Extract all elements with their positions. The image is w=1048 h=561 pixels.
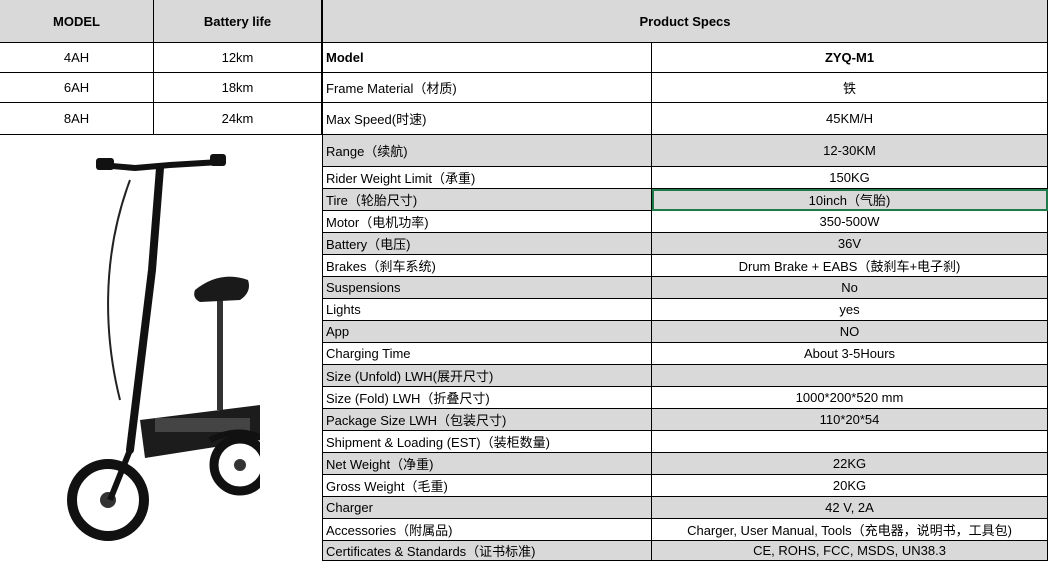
header-battery-life[interactable]: Battery life: [154, 0, 322, 43]
spec-label-cell[interactable]: Motor（电机功率): [322, 211, 652, 233]
spec-value-cell[interactable]: ZYQ-M1: [652, 43, 1048, 73]
spec-label-cell[interactable]: Charging Time: [322, 343, 652, 365]
spec-value-cell[interactable]: 150KG: [652, 167, 1048, 189]
scooter-image: [67, 154, 260, 541]
battery-life-cell[interactable]: 18km: [154, 73, 322, 103]
spec-label-cell[interactable]: Max Speed(时速): [322, 103, 652, 135]
spec-value-cell[interactable]: [652, 431, 1048, 453]
battery-life-cell[interactable]: 24km: [154, 103, 322, 135]
spec-label-cell[interactable]: Gross Weight（毛重): [322, 475, 652, 497]
spec-label-cell[interactable]: Accessories（附属品): [322, 519, 652, 541]
header-model[interactable]: MODEL: [0, 0, 154, 43]
spec-label-cell[interactable]: Brakes（刹车系统): [322, 255, 652, 277]
spec-value-cell[interactable]: About 3-5Hours: [652, 343, 1048, 365]
battery-model-cell[interactable]: 8AH: [0, 103, 154, 135]
spec-value-cell[interactable]: [652, 365, 1048, 387]
spec-label-cell[interactable]: Tire（轮胎尺寸): [322, 189, 652, 211]
spec-value-cell[interactable]: 1000*200*520 mm: [652, 387, 1048, 409]
battery-model-cell[interactable]: 4AH: [0, 43, 154, 73]
battery-model-cell[interactable]: 6AH: [0, 73, 154, 103]
header-product-specs[interactable]: Product Specs: [322, 0, 1048, 43]
spec-value-cell[interactable]: No: [652, 277, 1048, 299]
spec-value-cell[interactable]: 42 V, 2A: [652, 497, 1048, 519]
spec-label-cell[interactable]: App: [322, 321, 652, 343]
spec-value-cell[interactable]: 20KG: [652, 475, 1048, 497]
battery-life-cell[interactable]: 12km: [154, 43, 322, 73]
spec-value-cell[interactable]: Charger, User Manual, Tools（充电器，说明书，工具包): [652, 519, 1048, 541]
spec-label-cell[interactable]: Model: [322, 43, 652, 73]
spec-value-cell[interactable]: Drum Brake + EABS（鼓刹车+电子刹): [652, 255, 1048, 277]
spec-value-cell[interactable]: 12-30KM: [652, 135, 1048, 167]
spec-value-cell[interactable]: 350-500W: [652, 211, 1048, 233]
spec-label-cell[interactable]: Lights: [322, 299, 652, 321]
spec-value-cell[interactable]: 110*20*54: [652, 409, 1048, 431]
spec-label-cell[interactable]: Package Size LWH（包装尺寸): [322, 409, 652, 431]
spec-label-cell[interactable]: Size (Unfold) LWH(展开尺寸): [322, 365, 652, 387]
spec-label-cell[interactable]: Size (Fold) LWH（折叠尺寸): [322, 387, 652, 409]
spec-value-cell[interactable]: NO: [652, 321, 1048, 343]
spec-value-cell[interactable]: CE, ROHS, FCC, MSDS, UN38.3: [652, 541, 1048, 561]
spec-value-cell[interactable]: 铁: [652, 73, 1048, 103]
spec-label-cell[interactable]: Range（续航): [322, 135, 652, 167]
spec-label-cell[interactable]: Battery（电压): [322, 233, 652, 255]
spec-label-cell[interactable]: Rider Weight Limit（承重): [322, 167, 652, 189]
spec-value-cell[interactable]: 22KG: [652, 453, 1048, 475]
spec-value-cell-selected[interactable]: 10inch（气胎): [652, 189, 1048, 211]
spec-label-cell[interactable]: Charger: [322, 497, 652, 519]
spec-label-cell[interactable]: Suspensions: [322, 277, 652, 299]
spec-value-cell[interactable]: yes: [652, 299, 1048, 321]
spec-label-cell[interactable]: Shipment & Loading (EST)（装柜数量): [322, 431, 652, 453]
spec-label-cell[interactable]: Net Weight（净重): [322, 453, 652, 475]
spec-value-cell[interactable]: 36V: [652, 233, 1048, 255]
spec-value-cell[interactable]: 45KM/H: [652, 103, 1048, 135]
spec-label-cell[interactable]: Frame Material（材质): [322, 73, 652, 103]
spec-label-cell[interactable]: Certificates & Standards（证书标准): [322, 541, 652, 561]
spreadsheet: MODEL Battery life 4AH 12km 6AH 18km 8AH…: [0, 0, 1048, 561]
